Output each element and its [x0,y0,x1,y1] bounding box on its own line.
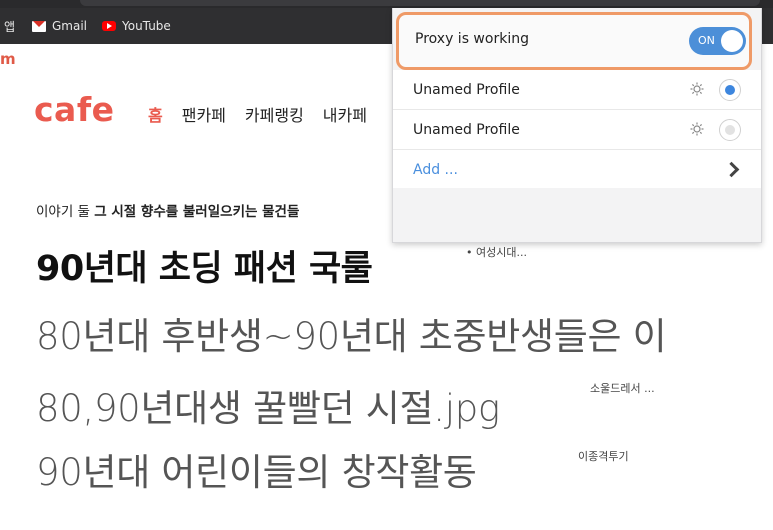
article-source: 소울드레서 ... [590,382,655,395]
article-source: 이종격투기 [578,450,629,463]
nav-fancafe[interactable]: 팬카페 [182,102,226,126]
toggle-knob [721,30,743,52]
bookmark-gmail[interactable]: Gmail [32,8,87,44]
browser-top-chrome [0,0,773,8]
add-profile-label: Add ... [413,162,458,178]
bookmark-youtube[interactable]: YouTube [102,8,171,44]
gear-icon[interactable] [689,121,705,137]
add-profile-row[interactable]: Add ... [393,150,761,189]
nav-my-cafe[interactable]: 내카페 [323,102,367,126]
article-row[interactable]: 80년대 후반생~90년대 초중반생들은 이 [36,306,667,360]
subtitle-bold: 그 시절 향수를 불러일으키는 물건들 [94,204,300,220]
gear-icon[interactable] [689,81,705,97]
gmail-icon [32,20,46,32]
profile-item[interactable]: Unamed Profile [393,70,761,110]
toggle-label: ON [698,34,715,47]
story-subtitle: 이야기 둘 그 시절 향수를 불러일으키는 물건들 [36,200,299,220]
profile-radio-unselected[interactable] [719,119,741,141]
proxy-status-row: Proxy is working ON [396,12,752,70]
proxy-toggle[interactable]: ON [689,27,746,55]
profile-radio-selected[interactable] [719,79,741,101]
bookmark-gmail-label: Gmail [52,19,88,33]
article-row[interactable]: 80,90년대생 꿀빨던 시절.jpg [36,378,500,432]
bookmark-apps[interactable]: 앱 [4,8,15,44]
youtube-icon [102,21,116,31]
subtitle-prefix: 이야기 둘 [36,204,95,220]
brand-edge-text: m [0,50,16,68]
cafe-logo[interactable]: cafe [34,90,115,129]
chevron-right-icon [723,161,740,178]
chevron-left-icon[interactable] [0,333,20,378]
profile-item[interactable]: Unamed Profile [393,110,761,150]
proxy-popup: Proxy is working ON Unamed Profile Uname… [392,8,762,243]
article-headline[interactable]: 90년대 초딩 패션 국룰 [36,240,373,291]
main-nav: 홈 팬카페 카페랭킹 내카페 [148,102,367,126]
profile-list: Unamed Profile Unamed Profile Add ... [393,70,761,188]
bookmark-apps-label: 앱 [4,19,16,34]
profile-label: Unamed Profile [413,122,520,138]
nav-home[interactable]: 홈 [148,102,163,126]
nav-cafe-ranking[interactable]: 카페랭킹 [245,102,304,126]
bookmark-youtube-label: YouTube [122,19,171,33]
address-bar[interactable] [80,0,760,6]
proxy-status-text: Proxy is working [415,31,529,47]
profile-label: Unamed Profile [413,82,520,98]
headline-source: • 여성시대... [466,246,527,259]
article-row[interactable]: 90년대 어린이들의 창작활동 [36,442,477,496]
